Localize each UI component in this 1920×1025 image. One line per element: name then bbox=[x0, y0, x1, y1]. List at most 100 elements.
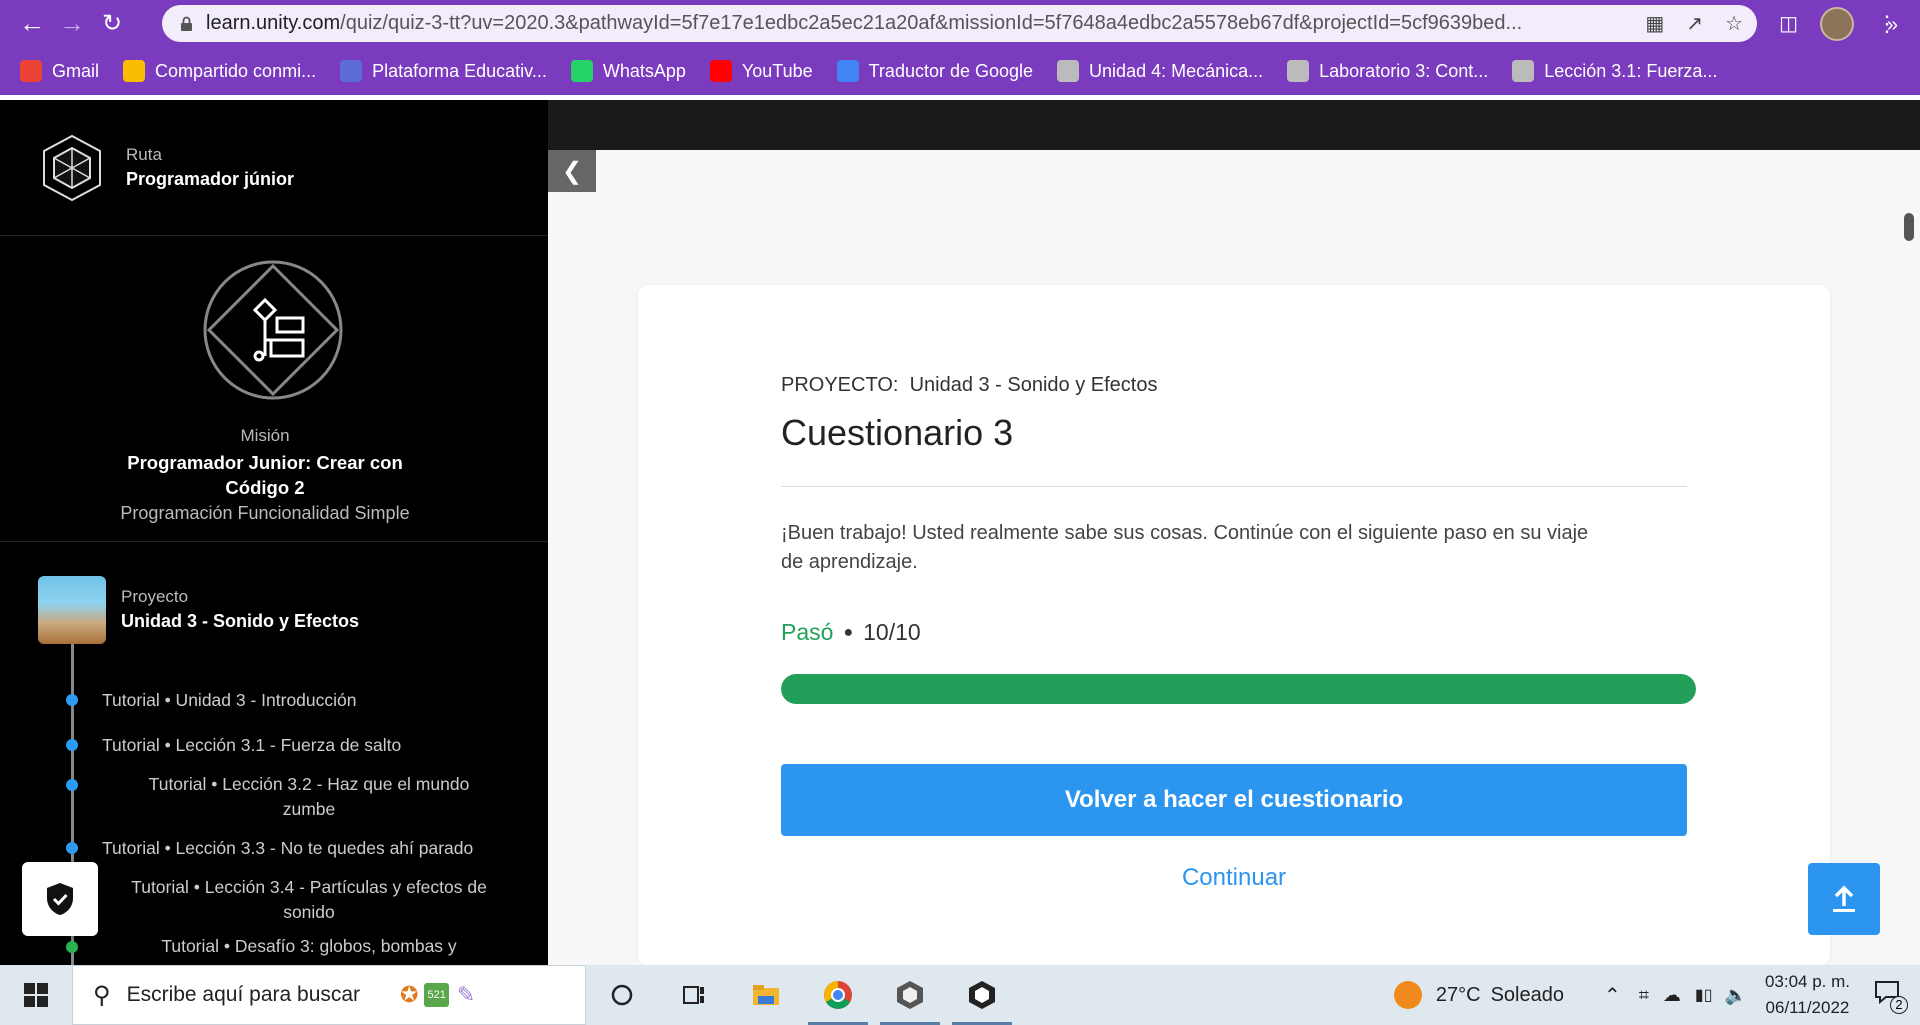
bookmark-label: WhatsApp bbox=[602, 60, 686, 81]
gmail-icon bbox=[20, 60, 42, 82]
address-bar[interactable]: learn.unity.com/quiz/quiz-3-tt?uv=2020.3… bbox=[162, 5, 1757, 42]
calendar-badge-icon: 521 bbox=[424, 983, 449, 1007]
path-label: Ruta bbox=[126, 145, 162, 164]
cortana-icon[interactable] bbox=[586, 965, 658, 1025]
progress-fill bbox=[781, 674, 1696, 704]
project-label: Proyecto bbox=[121, 587, 189, 606]
tutorial-item[interactable]: Tutorial • Unidad 3 - Introducción bbox=[102, 690, 357, 711]
quiz-title: Cuestionario 3 bbox=[781, 412, 1014, 453]
profile-avatar[interactable] bbox=[1820, 6, 1854, 41]
collapse-sidebar-button[interactable]: ❮ bbox=[548, 150, 596, 192]
file-explorer-icon[interactable] bbox=[730, 965, 802, 1025]
windows-start-icon[interactable] bbox=[0, 965, 72, 1025]
retry-quiz-button[interactable]: Volver a hacer el cuestionario bbox=[781, 764, 1687, 836]
bookmark-item[interactable]: YouTube bbox=[709, 60, 813, 82]
taskbar-search[interactable]: ⚲ Escribe aquí para buscar ✪ 521 ✎ bbox=[72, 965, 586, 1025]
reload-icon[interactable]: ↻ bbox=[92, 4, 132, 44]
shield-icon bbox=[47, 883, 73, 915]
clock[interactable]: 03:04 p. m. 06/11/2022 bbox=[1765, 969, 1850, 1021]
share-icon[interactable]: ↗ bbox=[1686, 11, 1703, 36]
mission-label: Misión bbox=[240, 426, 290, 445]
timeline-dot bbox=[66, 739, 78, 751]
chrome-icon[interactable] bbox=[802, 965, 874, 1025]
unity-logo-icon bbox=[43, 134, 101, 201]
project-heading: PROYECTO: Unidad 3 - Sonido y Efectos bbox=[781, 374, 1157, 397]
whatsapp-icon bbox=[570, 60, 593, 82]
unity-editor-icon[interactable] bbox=[946, 965, 1018, 1025]
pen-icon: ✎ bbox=[456, 982, 476, 1007]
bookmark-item[interactable]: Traductor de Google bbox=[836, 60, 1034, 82]
bookmark-item[interactable]: Plataforma Educativ... bbox=[340, 60, 547, 82]
notification-count: 2 bbox=[1890, 996, 1908, 1014]
scroll-top-button[interactable] bbox=[1808, 863, 1880, 935]
volume-icon[interactable]: 🔈 bbox=[1725, 985, 1747, 1006]
bookmark-item[interactable]: Laboratorio 3: Cont... bbox=[1287, 60, 1488, 82]
mission-icon bbox=[203, 260, 343, 400]
project-thumbnail bbox=[38, 576, 106, 644]
youtube-icon bbox=[709, 60, 732, 82]
forward-icon[interactable]: → bbox=[52, 4, 92, 44]
mission-name-2: Código 2 bbox=[225, 477, 305, 498]
search-placeholder: Escribe aquí para buscar bbox=[126, 983, 361, 1006]
weather-sun-icon bbox=[1393, 981, 1422, 1009]
result-message: ¡Buen trabajo! Usted realmente sabe sus … bbox=[781, 522, 1589, 573]
score-value: 10/10 bbox=[863, 619, 921, 645]
weather-desc[interactable]: Soleado bbox=[1491, 984, 1564, 1007]
bookmark-item[interactable]: Unidad 4: Mecánica... bbox=[1057, 60, 1263, 82]
translate-page-icon[interactable]: ▦ bbox=[1645, 11, 1664, 36]
scrollbar[interactable] bbox=[1904, 213, 1914, 241]
bookmarks-bar: Gmail Compartido conmi... Plataforma Educa… bbox=[0, 47, 1920, 95]
bookmark-item[interactable]: Gmail bbox=[20, 60, 99, 82]
path-header[interactable]: Ruta Programador júnior bbox=[0, 100, 548, 236]
clock-date: 06/11/2022 bbox=[1765, 998, 1850, 1017]
drive-icon bbox=[123, 60, 146, 82]
translate-icon bbox=[836, 60, 859, 82]
pass-status: Pasó bbox=[781, 619, 834, 645]
score-line: Pasó ● 10/10 bbox=[781, 619, 921, 646]
privacy-shield-button[interactable] bbox=[22, 862, 98, 936]
notifications-icon[interactable]: 2 bbox=[1874, 980, 1908, 1014]
bookmark-label: Gmail bbox=[52, 60, 100, 81]
tutorial-item[interactable]: Tutorial • Lección 3.3 - No te quedes ah… bbox=[102, 838, 473, 859]
battery-icon[interactable]: ▮▯ bbox=[1695, 985, 1713, 1005]
project-prefix: PROYECTO: bbox=[781, 374, 899, 396]
url-text: learn.unity.com/quiz/quiz-3-tt?uv=2020.3… bbox=[206, 12, 1523, 34]
tutorial-item[interactable]: Tutorial • Desafío 3: globos, bombas y bbox=[102, 936, 516, 957]
task-view-icon[interactable] bbox=[658, 965, 730, 1025]
lock-icon bbox=[178, 16, 194, 32]
tutorial-item[interactable]: Tutorial • Lección 3.4 - Partículas y ef… bbox=[102, 877, 516, 923]
weather-temp[interactable]: 27°C bbox=[1436, 984, 1481, 1007]
bookmarks-more-icon[interactable]: » bbox=[1887, 14, 1898, 37]
side-panel-icon[interactable]: ◫ bbox=[1779, 11, 1798, 36]
bookmark-label: YouTube bbox=[741, 60, 813, 81]
bookmark-label: Traductor de Google bbox=[868, 60, 1034, 81]
mission-info[interactable]: Misión Programador Junior: Crear con Cód… bbox=[0, 426, 530, 524]
separator-dot: ● bbox=[843, 623, 854, 641]
unity-icon bbox=[1287, 60, 1310, 82]
content-topbar bbox=[548, 100, 1920, 150]
continue-link[interactable]: Continuar bbox=[781, 864, 1687, 892]
project-info[interactable]: Proyecto Unidad 3 - Sonido y Efectos bbox=[121, 587, 359, 632]
bookmark-item[interactable]: WhatsApp bbox=[570, 60, 686, 82]
score-progress-bar bbox=[781, 674, 1696, 704]
mission-name: Programador Junior: Crear con bbox=[127, 452, 403, 473]
bookmark-label: Plataforma Educativ... bbox=[372, 60, 547, 81]
project-name: Unidad 3 - Sonido y Efectos bbox=[121, 611, 360, 631]
platform-icon bbox=[340, 60, 363, 82]
unity-hub-icon[interactable] bbox=[874, 965, 946, 1025]
back-icon[interactable]: ← bbox=[12, 4, 52, 44]
tray-chevron-icon[interactable]: ⌃ bbox=[1604, 983, 1621, 1008]
unity-icon bbox=[1512, 60, 1535, 82]
wifi-icon[interactable]: ⌗ bbox=[1639, 985, 1649, 1006]
bookmark-item[interactable]: Lección 3.1: Fuerza... bbox=[1512, 60, 1717, 82]
bookmark-item[interactable]: Compartido conmi... bbox=[123, 60, 316, 82]
course-sidebar: Ruta Programador júnior bbox=[0, 100, 548, 965]
bookmark-star-icon[interactable]: ☆ bbox=[1725, 11, 1743, 36]
bookmark-label: Compartido conmi... bbox=[155, 60, 317, 81]
onedrive-icon[interactable]: ☁ bbox=[1663, 985, 1681, 1006]
tutorial-item[interactable]: Tutorial • Lección 3.1 - Fuerza de salto bbox=[102, 735, 401, 756]
tutorial-item[interactable]: Tutorial • Lección 3.2 - Haz que el mund… bbox=[102, 774, 516, 820]
medal-icon: ✪ bbox=[400, 982, 419, 1007]
mission-subtitle: Programación Funcionalidad Simple bbox=[120, 503, 410, 523]
unity-icon bbox=[1057, 60, 1080, 82]
